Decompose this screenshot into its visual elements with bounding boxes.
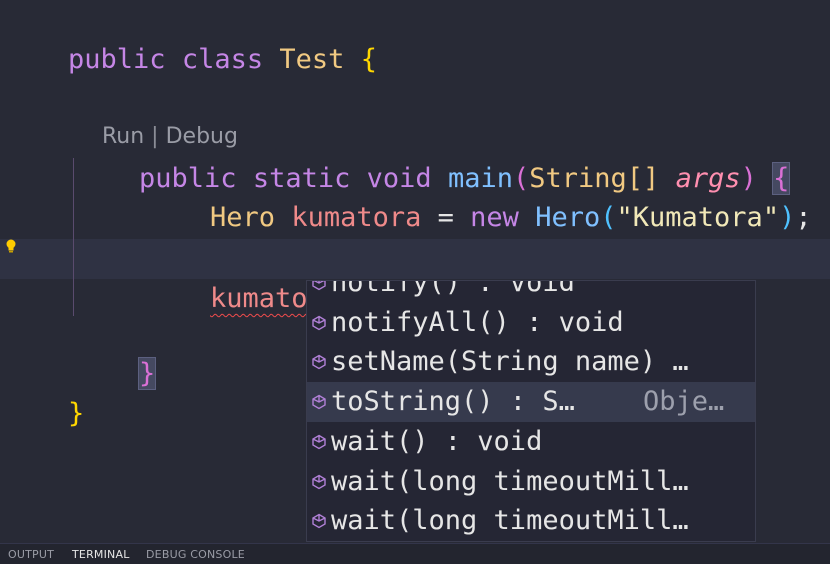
semicolon: ;	[795, 202, 812, 233]
panel-tab-bar: OUTPUT TERMINAL DEBUG CONSOLE	[0, 543, 830, 564]
current-line-highlight	[0, 239, 830, 279]
suggestion-label: notifyAll() : void	[331, 307, 624, 338]
suggestion-item[interactable]: wait(long timeoutMill…	[307, 501, 755, 541]
suggestion-label: wait() : void	[331, 426, 543, 457]
open-paren: (	[600, 202, 617, 233]
code-line-close-method[interactable]: }	[74, 314, 157, 390]
suggestion-item[interactable]: notifyAll() : void	[307, 303, 755, 343]
suggestion-item[interactable]: notify() : void	[307, 280, 755, 303]
close-brace-class: }	[68, 398, 85, 429]
suggestion-item[interactable]: setName(String name) …	[307, 342, 755, 382]
operator-equals: =	[437, 202, 454, 233]
method-icon	[312, 354, 326, 370]
code-line-hero-declaration[interactable]: Hero kumatora = new Hero("Kumatora");	[145, 158, 812, 233]
code-line-cursor[interactable]: kumatora.	[145, 239, 360, 316]
suggestion-item[interactable]: wait(long timeoutMill…	[307, 462, 755, 502]
indent-guide	[73, 158, 74, 316]
class-name: Test	[279, 44, 345, 75]
suggestion-label: wait(long timeoutMill…	[331, 505, 689, 536]
suggestion-label: wait(long timeoutMill…	[331, 466, 689, 497]
string-kumatora: "Kumatora"	[616, 202, 780, 233]
autocomplete-suggestions[interactable]: notify() : void notifyAll() : void setNa…	[306, 280, 756, 542]
suggestion-item[interactable]: wait() : void	[307, 422, 755, 462]
suggestion-label: notify() : void	[331, 280, 575, 298]
codelens: Run | Debug	[74, 86, 238, 149]
tab-output[interactable]: OUTPUT	[8, 544, 54, 564]
code-line-main-method[interactable]: public static void main(String[] args) {	[74, 119, 791, 195]
method-icon	[312, 474, 326, 490]
tab-debug-console[interactable]: DEBUG CONSOLE	[146, 544, 245, 564]
method-icon	[312, 281, 326, 291]
suggestion-label: setName(String name) …	[331, 346, 689, 377]
close-paren: )	[779, 202, 796, 233]
lightbulb-icon[interactable]	[3, 238, 19, 256]
keyword-public: public	[68, 44, 166, 75]
suggestion-detail: Obje…	[643, 386, 725, 417]
suggestion-item-selected[interactable]: toString() : S… Obje…	[307, 382, 755, 422]
code-line-close-class[interactable]: }	[3, 354, 84, 429]
keyword-new: new	[470, 202, 519, 233]
code-line-class-declaration[interactable]: public class Test {	[3, 0, 377, 75]
open-brace-class: {	[360, 44, 377, 75]
tab-terminal[interactable]: TERMINAL	[72, 544, 130, 564]
method-icon	[312, 394, 326, 410]
close-brace-method: }	[138, 357, 157, 390]
keyword-class: class	[181, 44, 264, 75]
variable-kumatora: kumatora	[291, 202, 422, 233]
method-icon	[312, 315, 326, 331]
code-editor[interactable]: public class Test { Run | Debug public s…	[0, 0, 830, 543]
method-icon	[312, 434, 326, 450]
method-icon	[312, 513, 326, 529]
suggestion-label: toString() : S…	[331, 386, 575, 417]
type-hero: Hero	[210, 202, 276, 233]
constructor-hero: Hero	[535, 202, 601, 233]
